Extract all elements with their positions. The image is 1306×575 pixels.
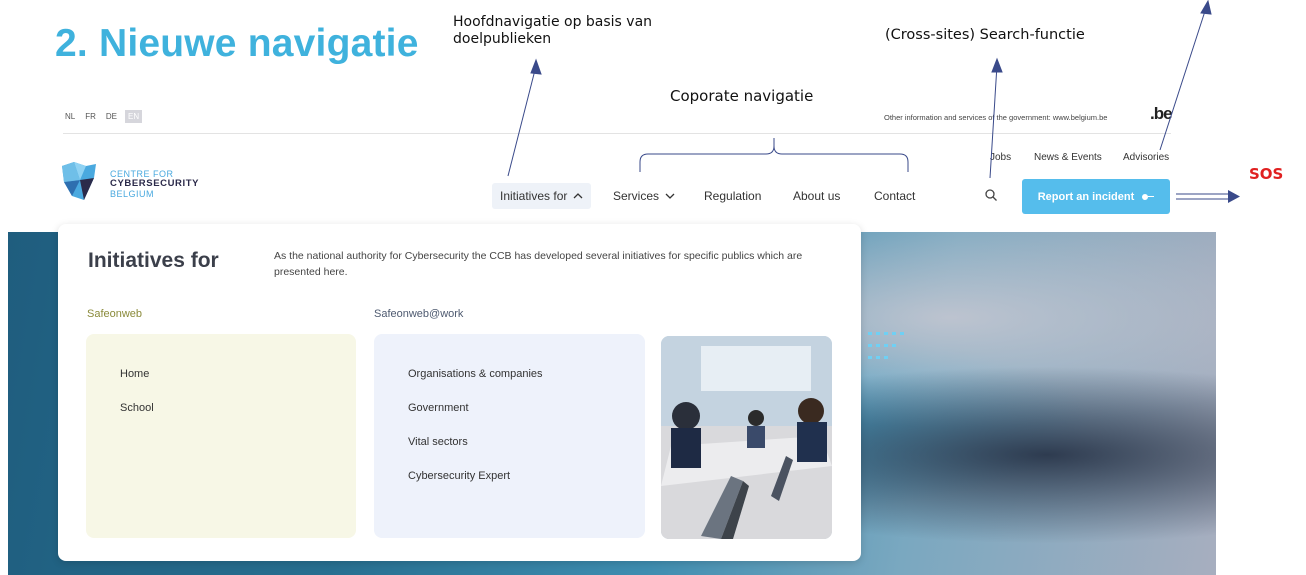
- nav-services-label: Services: [613, 189, 660, 203]
- nav-contact[interactable]: Contact: [874, 189, 915, 203]
- dropdown-title: Initiatives for: [88, 249, 219, 272]
- government-info-link[interactable]: Other information and services of the go…: [884, 113, 1107, 122]
- chevron-down-icon: [665, 193, 675, 199]
- report-arrow-icon: [1142, 193, 1155, 200]
- safeonweb-links-box: Home School: [86, 334, 356, 538]
- nav-jobs[interactable]: Jobs: [990, 152, 1011, 163]
- nav-initiatives-for-label: Initiatives for: [500, 189, 568, 203]
- language-switcher: NL FR DE EN: [63, 110, 143, 123]
- chevron-up-icon: [573, 193, 583, 199]
- annotation-corporate-navigatie: Coporate navigatie: [670, 87, 814, 105]
- ccb-logo-icon[interactable]: [60, 160, 98, 202]
- logo-line-3: BELGIUM: [110, 189, 155, 199]
- nav-regulation-label: Regulation: [704, 189, 762, 203]
- belgium-be-logo[interactable]: .be: [1150, 104, 1173, 124]
- language-en[interactable]: EN: [125, 110, 143, 123]
- report-incident-button[interactable]: Report an incident: [1022, 179, 1170, 214]
- nav-about-us[interactable]: About us: [793, 189, 840, 203]
- hero-dots-decoration: [868, 332, 904, 359]
- annotation-sos: SOS: [1249, 165, 1284, 183]
- nav-initiatives-for[interactable]: Initiatives for: [492, 183, 592, 209]
- language-de[interactable]: DE: [104, 110, 119, 123]
- safeonweb-work-links-box: Organisations & companies Government Vit…: [374, 334, 645, 538]
- language-nl[interactable]: NL: [63, 110, 77, 123]
- link-school[interactable]: School: [120, 402, 154, 414]
- sos-arrow-icon: [1176, 190, 1240, 203]
- report-incident-label: Report an incident: [1037, 190, 1135, 203]
- nav-regulation[interactable]: Regulation: [704, 189, 761, 203]
- slide-title: 2. Nieuwe navigatie: [55, 22, 419, 65]
- link-vital-sectors[interactable]: Vital sectors: [408, 436, 468, 448]
- nav-services[interactable]: Services: [613, 189, 675, 203]
- link-home[interactable]: Home: [120, 368, 149, 380]
- link-cybersecurity-expert[interactable]: Cybersecurity Expert: [408, 470, 510, 482]
- ccb-logo-text[interactable]: CENTRE FOR CYBERSECURITY BELGIUM: [110, 169, 199, 199]
- column-heading-safeonweb-work[interactable]: Safeonweb@work: [374, 308, 463, 320]
- be-logo-text: .be: [1150, 104, 1173, 123]
- nav-advisories[interactable]: Advisories: [1123, 152, 1169, 163]
- column-heading-safeonweb[interactable]: Safeonweb: [87, 308, 142, 320]
- nav-about-us-label: About us: [793, 189, 841, 203]
- link-government[interactable]: Government: [408, 402, 469, 414]
- classroom-photo: [661, 336, 832, 539]
- language-fr[interactable]: FR: [83, 110, 98, 123]
- annotation-hoofdnavigatie: Hoofdnavigatie op basis van doelpublieke…: [453, 14, 653, 47]
- nav-news-events[interactable]: News & Events: [1034, 152, 1102, 163]
- nav-contact-label: Contact: [874, 189, 916, 203]
- annotation-search: (Cross-sites) Search-functie: [885, 27, 1085, 43]
- header-divider: [63, 133, 1171, 134]
- initiatives-dropdown-panel: Initiatives for As the national authorit…: [58, 224, 861, 561]
- link-organisations-companies[interactable]: Organisations & companies: [408, 368, 543, 380]
- search-icon[interactable]: [984, 188, 998, 202]
- dropdown-description: As the national authority for Cybersecur…: [274, 250, 803, 278]
- logo-line-2: CYBERSECURITY: [110, 178, 200, 189]
